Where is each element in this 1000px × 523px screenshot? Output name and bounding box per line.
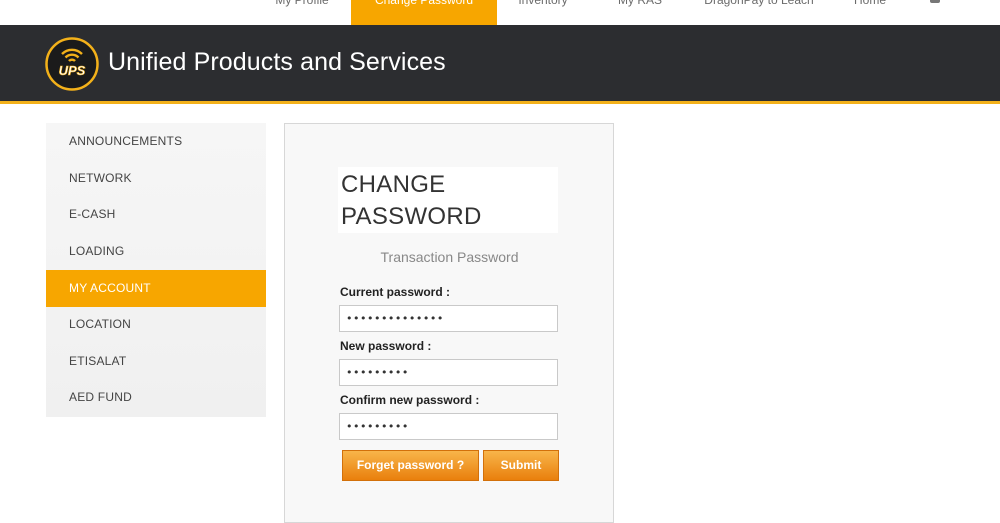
tab-my-ras[interactable]: My RAS xyxy=(612,0,668,25)
current-password-label: Current password : xyxy=(340,285,451,299)
tab-inventory[interactable]: Inventory xyxy=(512,0,574,25)
sidebar-item-location[interactable]: LOCATION xyxy=(46,306,266,343)
current-password-field[interactable] xyxy=(339,305,558,332)
logo-text: UPS xyxy=(59,63,86,78)
form-subtitle: Transaction Password xyxy=(380,249,519,265)
tab-dragonpay-to-leach[interactable]: DragonPay to Leach xyxy=(703,0,815,25)
tab-my-profile[interactable]: My Profile xyxy=(268,0,336,25)
top-nav: My Profile Change Password Inventory My … xyxy=(0,0,1000,25)
sidebar-item-aed-fund[interactable]: AED FUND xyxy=(46,379,266,416)
forget-password-button[interactable]: Forget password ? xyxy=(342,450,479,481)
sidebar-item-announcements[interactable]: ANNOUNCEMENTS xyxy=(46,123,266,160)
new-password-field[interactable] xyxy=(339,359,558,386)
sidebar-item-loading[interactable]: LOADING xyxy=(46,233,266,270)
confirm-password-field[interactable] xyxy=(339,413,558,440)
tab-home[interactable]: Home xyxy=(849,0,891,25)
ups-logo-icon: UPS xyxy=(45,37,99,91)
new-password-label: New password : xyxy=(340,339,432,353)
page-title: CHANGE PASSWORD xyxy=(341,171,482,230)
sidebar: ANNOUNCEMENTS NETWORK E-CASH LOADING MY … xyxy=(46,123,266,417)
confirm-password-label: Confirm new password : xyxy=(340,393,480,407)
sidebar-item-network[interactable]: NETWORK xyxy=(46,160,266,197)
header-stripe xyxy=(0,101,1000,104)
submit-button[interactable]: Submit xyxy=(483,450,559,481)
lock-icon[interactable] xyxy=(930,0,940,3)
sidebar-item-e-cash[interactable]: E-CASH xyxy=(46,196,266,233)
site-title: Unified Products and Services xyxy=(108,48,446,76)
sidebar-item-etisalat[interactable]: ETISALAT xyxy=(46,343,266,380)
tab-change-password[interactable]: Change Password xyxy=(351,0,497,25)
sidebar-item-my-account[interactable]: MY ACCOUNT xyxy=(46,270,266,307)
